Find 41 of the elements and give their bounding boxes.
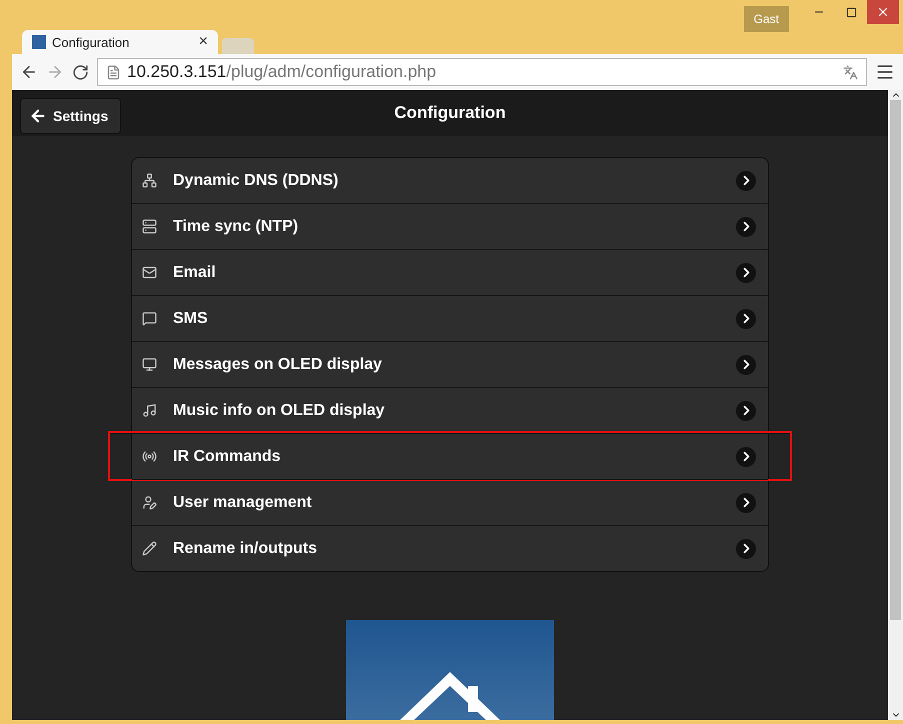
back-icon[interactable] <box>20 63 38 81</box>
close-button[interactable] <box>867 0 899 24</box>
item-icon <box>142 449 157 464</box>
item-icon <box>142 265 157 280</box>
chevron-icon <box>736 538 756 558</box>
menu-item[interactable]: Email <box>132 249 768 295</box>
translate-icon[interactable] <box>843 64 858 80</box>
menu-item[interactable]: Music info on OLED display <box>132 387 768 433</box>
item-icon <box>142 311 157 326</box>
item-icon <box>142 541 157 556</box>
user-badge: Gast <box>744 6 789 32</box>
chevron-icon <box>736 262 756 282</box>
tab-close-button[interactable]: × <box>198 33 208 51</box>
chevron-icon <box>736 400 756 420</box>
item-icon <box>142 357 157 372</box>
menu-item[interactable]: IR Commands <box>110 433 790 479</box>
menu-item[interactable]: Messages on OLED display <box>132 341 768 387</box>
browser-tab[interactable]: Configuration × <box>22 30 218 54</box>
item-icon <box>142 403 157 418</box>
chevron-icon <box>736 170 756 190</box>
menu-item[interactable]: User management <box>132 479 768 525</box>
settings-back-button[interactable]: Settings <box>20 98 122 134</box>
chevron-icon <box>736 446 756 466</box>
page-title: Configuration <box>394 103 506 123</box>
reload-icon[interactable] <box>72 64 89 80</box>
item-icon <box>142 173 157 188</box>
chevron-icon <box>736 492 756 512</box>
menu-item[interactable]: Time sync (NTP) <box>132 203 768 249</box>
scrollbar[interactable] <box>888 90 903 720</box>
menu-item[interactable]: Rename in/outputs <box>132 525 768 571</box>
item-icon <box>142 495 157 510</box>
chevron-icon <box>736 216 756 236</box>
menu-item[interactable]: SMS <box>132 295 768 341</box>
item-icon <box>142 219 157 234</box>
page-icon <box>106 64 121 80</box>
address-field[interactable]: 10.250.3.151/plug/adm/configuration.php <box>97 58 867 86</box>
maximize-icon <box>846 6 856 18</box>
menu-item[interactable]: Dynamic DNS (DDNS) <box>132 158 768 203</box>
close-icon <box>876 5 890 19</box>
chevron-icon <box>736 308 756 328</box>
chevron-icon <box>736 354 756 374</box>
